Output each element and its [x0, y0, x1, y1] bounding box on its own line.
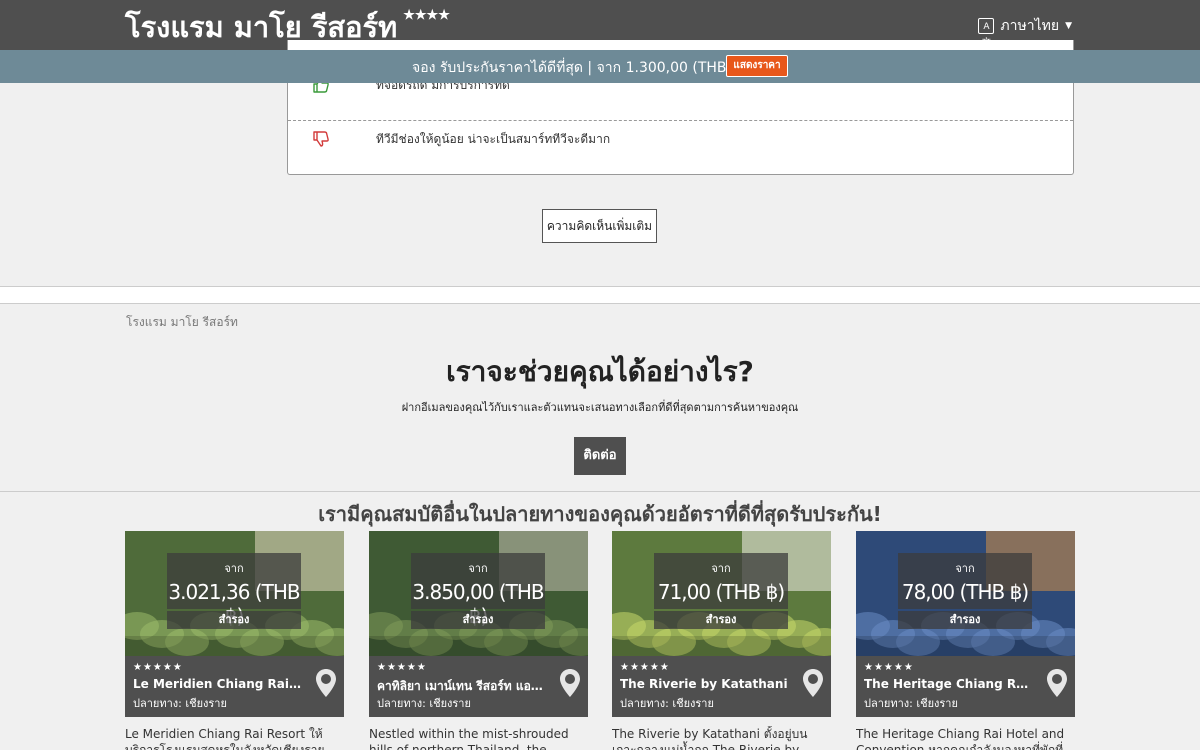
- property-info[interactable]: ★★★★★ Le Meridien Chiang Rai Re... ปลายท…: [125, 656, 344, 717]
- price-value: 71,00 (THB ฿): [657, 580, 785, 604]
- property-stars: ★★★★★: [377, 662, 427, 673]
- property-description: Nestled within the mist-shrouded hills o…: [369, 727, 569, 750]
- hotel-name: โรงแรม มาโย รีสอร์ท: [125, 10, 398, 44]
- property-name[interactable]: Le Meridien Chiang Rai Re...: [133, 677, 303, 691]
- reserve-button[interactable]: สำรอง: [654, 611, 788, 629]
- review-divider: [288, 120, 1073, 121]
- offers-title: เรามีคุณสมบัติอื่นในปลายทางของคุณด้วยอัต…: [318, 502, 882, 526]
- booking-bar-text: จอง รับประกันราคาได้ดีที่สุด | จาก 1.300…: [412, 60, 746, 76]
- property-photo[interactable]: จาก 3.021,36 (THB ฿) สำรอง: [125, 531, 344, 656]
- property-photo[interactable]: จาก 78,00 (THB ฿) สำรอง: [856, 531, 1075, 656]
- property-destination: ปลายทาง: เชียงราย: [377, 697, 471, 710]
- reserve-button[interactable]: สำรอง: [898, 611, 1032, 629]
- price-from-label: จาก: [468, 562, 488, 575]
- property-destination: ปลายทาง: เชียงราย: [133, 697, 227, 710]
- property-card[interactable]: จาก 3.021,36 (THB ฿) สำรอง ★★★★★ Le Meri…: [125, 531, 344, 750]
- help-subtitle: ฝากอีเมลของคุณไว้กับเราและตัวแทนจะเสนอทา…: [401, 401, 799, 414]
- price-from-label: จาก: [711, 562, 731, 575]
- translate-icon: A文: [978, 18, 995, 48]
- map-pin-icon[interactable]: [802, 668, 824, 698]
- property-photo[interactable]: จาก 71,00 (THB ฿) สำรอง: [612, 531, 831, 656]
- map-pin-icon[interactable]: [315, 668, 337, 698]
- property-stars: ★★★★★: [864, 662, 914, 673]
- price-from-label: จาก: [224, 562, 244, 575]
- property-destination: ปลายทาง: เชียงราย: [864, 697, 958, 710]
- property-card[interactable]: จาก 3.850,00 (THB ฿) สำรอง ★★★★★ คาทิลิย…: [369, 531, 588, 750]
- section-divider: [0, 286, 1200, 304]
- thumbs-down-icon: [313, 131, 329, 147]
- reserve-button[interactable]: สำรอง: [411, 611, 545, 629]
- property-card[interactable]: จาก 71,00 (THB ฿) สำรอง ★★★★★ The Riveri…: [612, 531, 831, 750]
- review-text: ทีวีมีช่องให้ดูน้อย น่าจะเป็นสมาร์ททีวีจ…: [376, 132, 611, 146]
- price-box: จาก 3.850,00 (THB ฿): [411, 553, 545, 628]
- property-description: The Riverie by Katathani ตั้งอยู่บนเกาะก…: [612, 727, 808, 750]
- breadcrumb[interactable]: โรงแรม มาโย รีสอร์ท: [126, 313, 238, 332]
- property-name[interactable]: The Heritage Chiang Rai H...: [864, 677, 1034, 691]
- property-stars: ★★★★★: [133, 662, 183, 673]
- property-info[interactable]: ★★★★★ คาทิลิยา เมาน์เทน รีสอร์ท แอนด์...…: [369, 656, 588, 717]
- reserve-button[interactable]: สำรอง: [167, 611, 301, 629]
- property-info[interactable]: ★★★★★ The Heritage Chiang Rai H... ปลายท…: [856, 656, 1075, 717]
- map-pin-icon[interactable]: [1046, 668, 1068, 698]
- property-photo[interactable]: จาก 3.850,00 (THB ฿) สำรอง: [369, 531, 588, 656]
- more-reviews-button[interactable]: ความคิดเห็นเพิ่มเติม: [542, 209, 657, 243]
- hotel-stars: ★★★★: [403, 8, 450, 23]
- contact-button[interactable]: ติดต่อ: [574, 437, 626, 475]
- show-prices-button[interactable]: แสดงราคา: [726, 55, 788, 77]
- property-stars: ★★★★★: [620, 662, 670, 673]
- help-title: เราจะช่วยคุณได้อย่างไร?: [446, 355, 754, 388]
- property-name[interactable]: The Riverie by Katathani: [620, 677, 790, 691]
- caret-down-icon: ▼: [1065, 21, 1072, 31]
- language-label: ภาษาไทย: [1000, 18, 1060, 34]
- property-destination: ปลายทาง: เชียงราย: [620, 697, 714, 710]
- price-from-label: จาก: [955, 562, 975, 575]
- property-description: The Heritage Chiang Rai Hotel and Conven…: [856, 727, 1065, 750]
- property-card[interactable]: จาก 78,00 (THB ฿) สำรอง ★★★★★ The Herita…: [856, 531, 1075, 750]
- price-box: จาก 78,00 (THB ฿): [898, 553, 1032, 609]
- booking-bar: จอง รับประกันราคาได้ดีที่สุด | จาก 1.300…: [0, 50, 1200, 83]
- price-box: จาก 71,00 (THB ฿): [654, 553, 788, 609]
- property-description: Le Meridien Chiang Rai Resort ให้บริการโ…: [125, 727, 325, 750]
- language-selector[interactable]: A文 ภาษาไทย ▼: [978, 15, 1072, 48]
- property-info[interactable]: ★★★★★ The Riverie by Katathani ปลายทาง: …: [612, 656, 831, 717]
- price-box: จาก 3.021,36 (THB ฿): [167, 553, 301, 628]
- price-value: 78,00 (THB ฿): [901, 580, 1029, 604]
- map-pin-icon[interactable]: [559, 668, 581, 698]
- section-divider: [0, 491, 1200, 492]
